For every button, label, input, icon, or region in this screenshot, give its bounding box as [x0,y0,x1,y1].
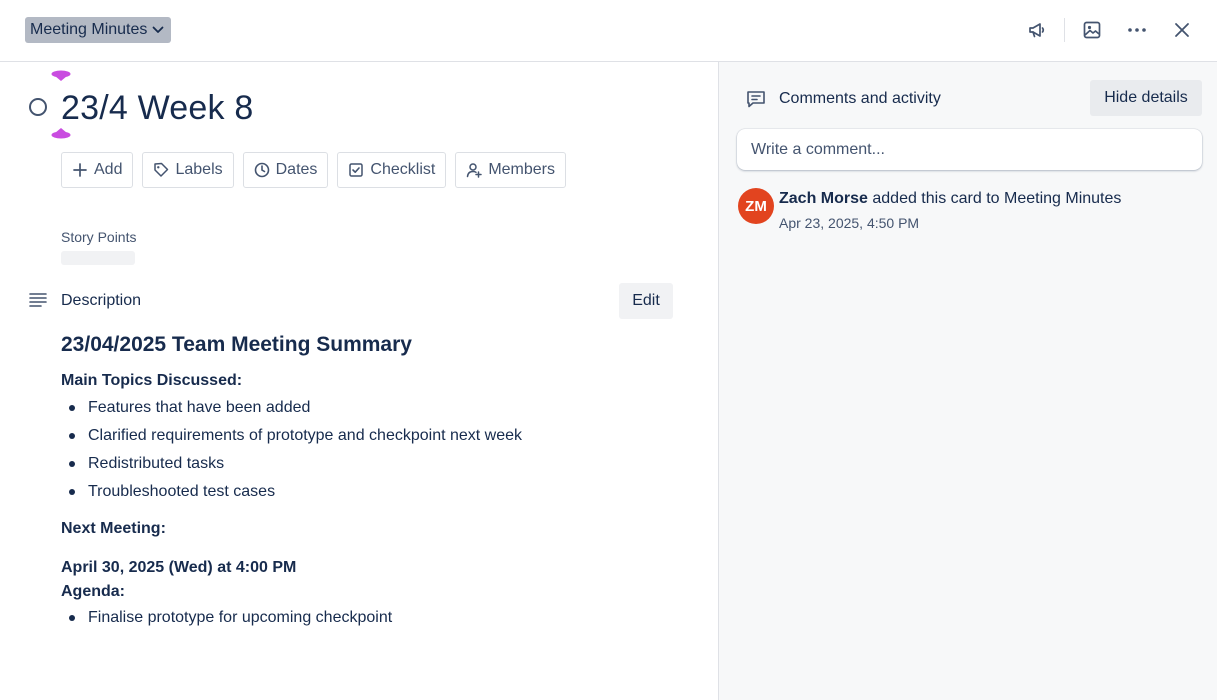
description-title: 23/04/2025 Team Meeting Summary [61,333,412,356]
description-content[interactable]: 23/04/2025 Team Meeting Summary Main Top… [61,333,691,632]
card-actions: Add Labels Dates Checklist Members [61,152,567,188]
megaphone-icon[interactable] [1025,18,1049,42]
topics-label: Main Topics Discussed: [61,372,243,389]
agenda-list: Finalise prototype for upcoming checkpoi… [69,604,691,632]
agenda-label: Agenda: [61,583,125,600]
list-item: Troubleshooted test cases [69,478,691,506]
mark-complete-checkbox[interactable] [29,98,47,116]
dates-button-label: Dates [275,161,318,178]
list-item: Finalise prototype for upcoming checkpoi… [69,604,691,632]
bullet-icon [69,405,75,411]
activity-panel: Comments and activity Hide details ZM Za… [718,62,1217,700]
topics-list: Features that have been added Clarified … [69,394,691,506]
cover-image-icon[interactable] [1080,18,1104,42]
list-item-text: Clarified requirements of prototype and … [88,427,523,444]
bullet-icon [69,489,75,495]
header-divider [1064,18,1065,42]
activity-timestamp[interactable]: Apr 23, 2025, 4:50 PM [779,215,919,231]
card-header: Meeting Minutes [0,0,1217,62]
activity-action: added this card to Meeting Minutes [867,190,1122,207]
list-item-text: Troubleshooted test cases [88,483,276,500]
activity-title: Comments and activity [779,90,941,107]
bullet-icon [69,461,75,467]
edit-description-button[interactable]: Edit [619,283,673,319]
more-icon[interactable] [1125,18,1149,42]
drop-indicator-icon [51,128,71,139]
list-item-text: Features that have been added [88,399,311,416]
label-icon [154,162,169,177]
labels-button-label: Labels [175,161,223,178]
story-points-field[interactable] [61,251,135,265]
checklist-button-label: Checklist [370,161,436,178]
drop-indicator-icon [51,70,71,81]
activity-user[interactable]: Zach Morse [779,190,868,207]
dates-button[interactable]: Dates [242,152,329,188]
labels-button[interactable]: Labels [142,152,234,188]
description-heading: Description [61,292,142,309]
avatar[interactable]: ZM [738,188,774,224]
checklist-icon [349,163,364,177]
activity-entry: Zach Morse added this card to Meeting Mi… [779,190,1121,208]
next-meeting-date: April 30, 2025 (Wed) at 4:00 PM [61,559,297,576]
card-title[interactable]: 23/4 Week 8 [61,89,253,128]
list-item: Features that have been added [69,394,691,422]
plus-icon [73,163,87,177]
bullet-icon [69,615,75,621]
add-member-icon [467,163,483,178]
add-button[interactable]: Add [61,152,134,188]
members-button[interactable]: Members [455,152,567,188]
hide-details-button[interactable]: Hide details [1090,80,1202,116]
list-item-text: Redistributed tasks [88,455,225,472]
add-button-label: Add [94,161,123,178]
card-main: 23/4 Week 8 Add Labels Dates Checklist M… [0,62,718,700]
chevron-down-icon [151,23,165,37]
list-selector-label: Meeting Minutes [30,21,148,38]
list-item: Clarified requirements of prototype and … [69,422,691,450]
list-selector-button[interactable]: Meeting Minutes [25,17,172,43]
clock-icon [254,162,269,178]
members-button-label: Members [488,161,556,178]
story-points-label: Story Points [61,229,137,245]
list-item-text: Finalise prototype for upcoming checkpoi… [88,609,393,626]
comment-icon [747,91,765,108]
close-icon[interactable] [1170,18,1194,42]
bullet-icon [69,433,75,439]
next-meeting-label: Next Meeting: [61,520,166,537]
checklist-button[interactable]: Checklist [337,152,447,188]
description-icon [29,293,47,307]
list-item: Redistributed tasks [69,450,691,478]
comment-input[interactable] [737,129,1202,170]
